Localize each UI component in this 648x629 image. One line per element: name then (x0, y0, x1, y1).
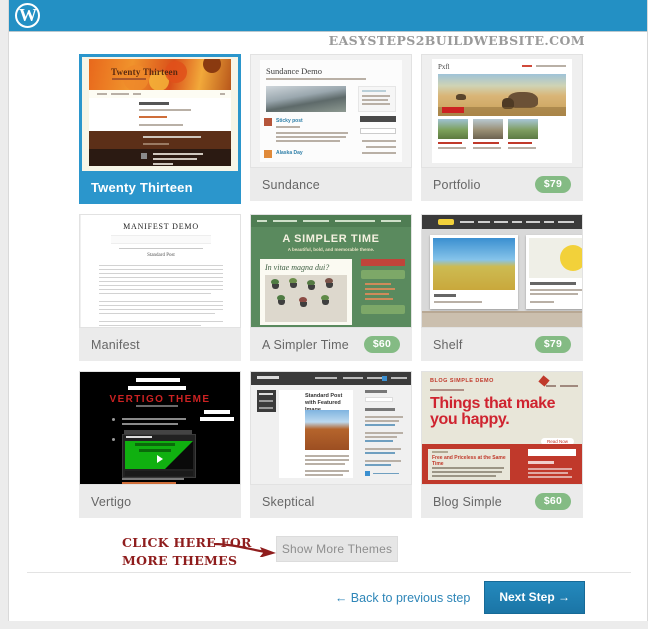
theme-thumbnail[interactable]: Sundance Demo Sticky post Alaska Day (250, 54, 412, 168)
theme-name-label: Vertigo (91, 494, 132, 509)
theme-name-label: Skeptical (262, 494, 315, 509)
theme-grid: Twenty Thirteen Twenty Thirteen Sundance… (79, 54, 585, 528)
theme-preview-manifest: MANIFEST DEMO Standard Post (80, 215, 240, 327)
preview-headline: Things that make you happy. (430, 395, 556, 428)
theme-card-portfolio[interactable]: Pxfl Portfolio $79 (421, 54, 583, 204)
theme-name-label: Portfolio (433, 177, 481, 192)
wizard-footer-nav: ← Back to previous step Next Step → (335, 581, 585, 614)
theme-card-footer[interactable]: Manifest (79, 328, 241, 361)
back-to-previous-step-link[interactable]: ← Back to previous step (335, 591, 470, 605)
theme-card-manifest[interactable]: MANIFEST DEMO Standard Post Manifest (79, 214, 241, 361)
theme-card-blog-simple[interactable]: BLOG SIMPLE DEMO Things that make you ha… (421, 371, 583, 518)
theme-card-shelf[interactable]: Shelf $79 (421, 214, 583, 361)
theme-name-label: Sundance (262, 177, 320, 192)
theme-preview-a-simpler-time: A SIMPLER TIME A beautiful, bold, and me… (251, 215, 411, 327)
theme-card-footer[interactable]: Vertigo (79, 485, 241, 518)
theme-card-skeptical[interactable]: Standard Post with Featured Image (250, 371, 412, 518)
theme-grid-row: MANIFEST DEMO Standard Post Manifest A S… (79, 214, 585, 361)
theme-thumbnail[interactable]: A SIMPLER TIME A beautiful, bold, and me… (250, 214, 412, 328)
preview-site-title: MANIFEST DEMO (123, 222, 199, 231)
theme-preview-shelf (422, 215, 582, 327)
screenshot-root: W EASYSTEPS2BUILDWEBSITE.COM Twenty Thir… (0, 0, 648, 629)
next-step-button[interactable]: Next Step → (484, 581, 585, 614)
theme-card-vertigo[interactable]: VERTIGO THEME Vertigo (79, 371, 241, 518)
preview-sidebar-title (528, 461, 554, 464)
theme-price-badge: $60 (534, 492, 571, 511)
theme-thumbnail[interactable]: Standard Post with Featured Image (250, 371, 412, 485)
theme-name-label: Blog Simple (433, 494, 502, 509)
preview-post-1: Sticky post (276, 118, 303, 124)
browser-canvas: W EASYSTEPS2BUILDWEBSITE.COM Twenty Thir… (8, 0, 648, 621)
theme-preview-twenty-thirteen: Twenty Thirteen (82, 57, 238, 171)
preview-post-title: Free and Priceless at the Same Time (432, 455, 506, 467)
theme-name-label: Manifest (91, 337, 140, 352)
wordpress-logo-icon[interactable]: W (15, 3, 40, 28)
preview-site-title: Twenty Thirteen (111, 67, 178, 77)
theme-name-label: Shelf (433, 337, 463, 352)
theme-name-label: A Simpler Time (262, 337, 349, 352)
theme-thumbnail[interactable]: Twenty Thirteen (79, 54, 241, 171)
theme-card-footer[interactable]: Blog Simple $60 (421, 485, 583, 518)
theme-preview-vertigo: VERTIGO THEME (80, 372, 240, 484)
annotation-arrow-icon (214, 543, 276, 557)
theme-name-label: Twenty Thirteen (91, 180, 193, 195)
theme-card-footer[interactable]: Twenty Thirteen (79, 171, 241, 204)
theme-preview-sundance: Sundance Demo Sticky post Alaska Day (251, 55, 411, 167)
theme-card-footer[interactable]: Skeptical (250, 485, 412, 518)
preview-tagline: A beautiful, bold, and memorable theme. (287, 247, 375, 252)
theme-grid-row: VERTIGO THEME Vertigo Standard Post with… (79, 371, 585, 518)
theme-price-badge: $79 (534, 175, 571, 194)
theme-thumbnail[interactable]: Pxfl (421, 54, 583, 168)
preview-site-title: A SIMPLER TIME (282, 233, 380, 245)
preview-site-title: BLOG SIMPLE DEMO (430, 378, 494, 384)
theme-preview-portfolio: Pxfl (422, 55, 582, 167)
theme-thumbnail[interactable]: VERTIGO THEME (79, 371, 241, 485)
theme-preview-skeptical: Standard Post with Featured Image (251, 372, 411, 484)
preview-post-title: In vitae magna dui? (265, 263, 330, 272)
show-more-themes-button[interactable]: Show More Themes (276, 536, 398, 562)
theme-thumbnail[interactable]: BLOG SIMPLE DEMO Things that make you ha… (421, 371, 583, 485)
theme-preview-blog-simple: BLOG SIMPLE DEMO Things that make you ha… (422, 372, 582, 484)
theme-card-twenty-thirteen[interactable]: Twenty Thirteen Twenty Thirteen (79, 54, 241, 204)
preview-post-2: Alaska Day (276, 150, 303, 156)
preview-site-title: Sundance Demo (266, 66, 322, 76)
theme-card-sundance[interactable]: Sundance Demo Sticky post Alaska Day Sun… (250, 54, 412, 204)
theme-card-footer[interactable]: A Simpler Time $60 (250, 328, 412, 361)
theme-price-badge: $79 (534, 335, 571, 354)
theme-card-footer[interactable]: Portfolio $79 (421, 168, 583, 201)
theme-price-badge: $60 (363, 335, 400, 354)
theme-card-footer[interactable]: Sundance (250, 168, 412, 201)
theme-grid-row: Twenty Thirteen Twenty Thirteen Sundance… (79, 54, 585, 204)
preview-headline: Standard Post (147, 253, 175, 258)
theme-thumbnail[interactable] (421, 214, 583, 328)
preview-site-title: VERTIGO THEME (109, 394, 211, 405)
wp-admin-bar: W (9, 0, 647, 32)
theme-card-a-simpler-time[interactable]: A SIMPLER TIME A beautiful, bold, and me… (250, 214, 412, 361)
theme-card-footer[interactable]: Shelf $79 (421, 328, 583, 361)
site-watermark: EASYSTEPS2BUILDWEBSITE.COM (328, 33, 585, 48)
footer-divider (27, 572, 631, 573)
theme-thumbnail[interactable]: MANIFEST DEMO Standard Post (79, 214, 241, 328)
